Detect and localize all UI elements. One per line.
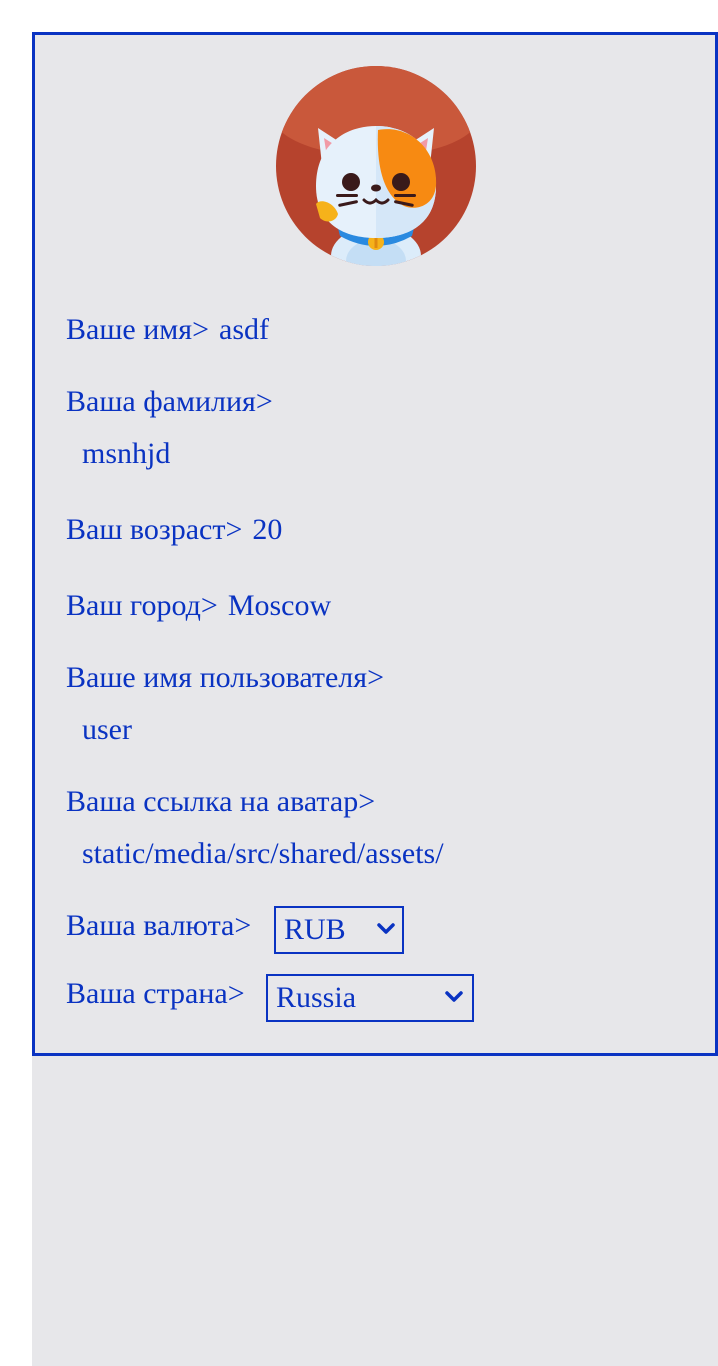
- avatar-link-label: Ваша ссылка на аватар>: [66, 785, 376, 818]
- city-label: Ваш город>: [66, 589, 218, 622]
- currency-label: Ваша валюта>: [66, 909, 252, 942]
- city-value: Moscow: [227, 589, 332, 622]
- username-value: user: [82, 713, 132, 746]
- chevron-down-icon: [445, 991, 463, 1002]
- avatar-link-value: static/media/src/shared/assets/: [82, 837, 444, 870]
- age-row: Ваш возраст> 20: [66, 513, 282, 547]
- last-name-value: msnhjd: [82, 437, 171, 470]
- country-selected-value: Russia: [276, 981, 357, 1014]
- last-name-label: Ваша фамилия>: [66, 385, 273, 418]
- cat-avatar-icon: [276, 66, 476, 266]
- age-value: 20: [252, 513, 283, 546]
- age-label: Ваш возраст>: [66, 513, 243, 546]
- country-select[interactable]: Russia: [266, 974, 474, 1022]
- city-row: Ваш город> Moscow: [66, 589, 331, 623]
- chevron-down-icon: [377, 923, 395, 934]
- username-label: Ваше имя пользователя>: [66, 661, 384, 694]
- country-label: Ваша страна>: [66, 977, 245, 1010]
- currency-select[interactable]: RUB: [274, 906, 404, 954]
- profile-card: Ваше имя> asdf Ваша фамилия> msnhjd Ваш в…: [32, 32, 718, 1056]
- currency-selected-value: RUB: [284, 913, 346, 946]
- first-name-row: Ваше имя> asdf: [66, 313, 269, 347]
- first-name-label: Ваше имя>: [66, 313, 209, 346]
- first-name-value: asdf: [219, 313, 269, 346]
